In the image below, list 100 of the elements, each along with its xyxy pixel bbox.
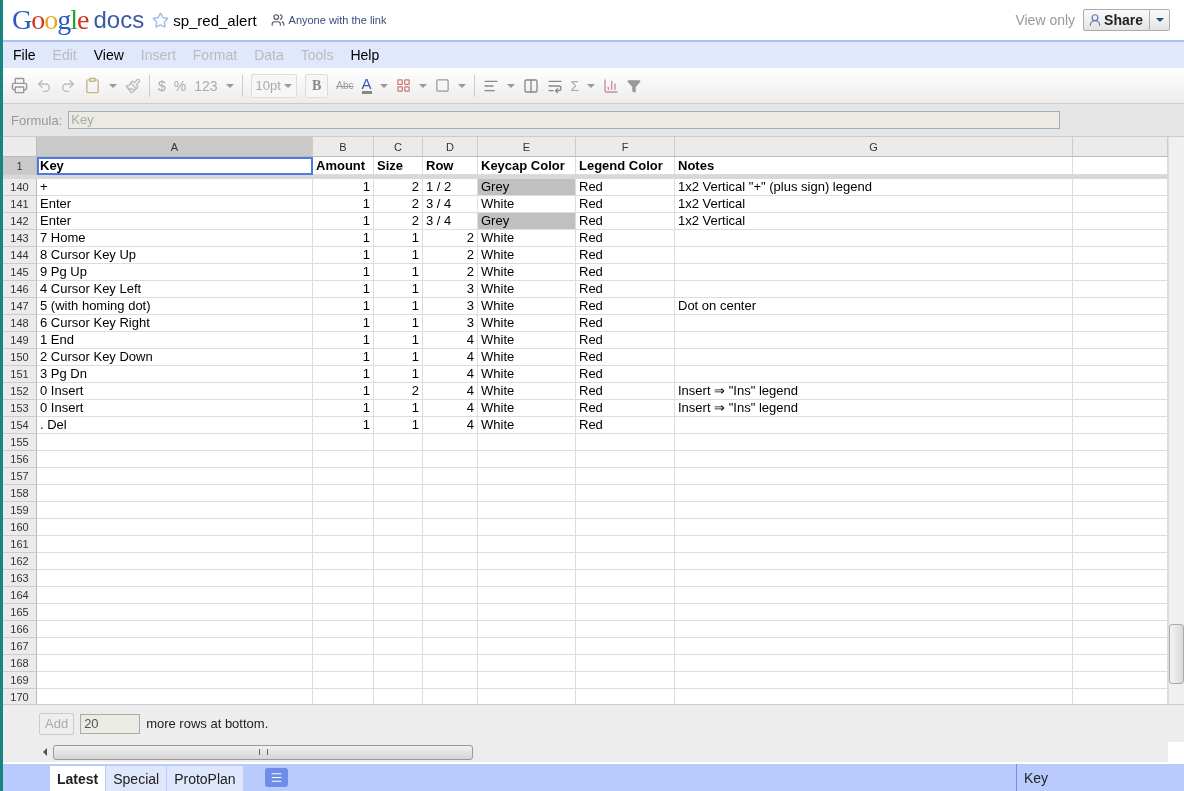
table-header-cell: Amount [313, 157, 374, 175]
merge-icon[interactable] [522, 77, 539, 94]
empty-cell [423, 587, 478, 604]
share-button[interactable]: Share [1083, 9, 1150, 31]
column-header[interactable]: A [37, 137, 313, 157]
column-header[interactable]: C [374, 137, 423, 157]
empty-cell [313, 519, 374, 536]
table-cell: 5 (with homing dot) [37, 298, 313, 315]
menu-item[interactable]: Help [348, 47, 387, 63]
person-icon [1088, 13, 1103, 27]
share-menu-button[interactable] [1150, 9, 1170, 31]
table-cell: Enter [37, 213, 313, 230]
row-number: 160 [3, 519, 37, 536]
row-number: 144 [3, 247, 37, 264]
table-cell: 2 [423, 230, 478, 247]
text-color-button[interactable]: A [361, 77, 372, 94]
menu-item[interactable]: View [91, 47, 131, 63]
table-cell: . Del [37, 417, 313, 434]
sheet-tab[interactable]: ProtoPlan [167, 766, 243, 791]
row-number: 170 [3, 689, 37, 704]
caret-icon [225, 83, 234, 88]
star-icon[interactable] [152, 11, 170, 29]
column-header[interactable]: B [313, 137, 374, 157]
table-cell: Red [576, 230, 675, 247]
logo: Google [12, 4, 89, 36]
table-header-cell: Key [37, 157, 313, 175]
sheet-tab[interactable]: Special [106, 766, 167, 791]
table-cell: 1 [313, 383, 374, 400]
view-mode: View only [1015, 12, 1076, 28]
empty-cell [313, 468, 374, 485]
empty-cell [374, 604, 423, 621]
table-cell: 1 [313, 196, 374, 213]
table-header-cell: Legend Color [576, 157, 675, 175]
column-header[interactable]: G [675, 137, 1073, 157]
table-cell: 1 [313, 179, 374, 196]
table-cell: 1 [313, 264, 374, 281]
table-cell: Grey [478, 213, 576, 230]
table-cell: Red [576, 247, 675, 264]
table-cell: 1 [313, 281, 374, 298]
table-cell: 1 [374, 247, 423, 264]
row-number: 1 [3, 157, 37, 175]
row-number: 159 [3, 502, 37, 519]
table-header-cell: Row [423, 157, 478, 175]
table-cell: Red [576, 400, 675, 417]
sharing-link[interactable]: Anyone with the link [288, 14, 387, 26]
table-cell: Red [576, 281, 675, 298]
table-cell: 3 [423, 281, 478, 298]
table-cell: Red [576, 383, 675, 400]
table-cell: White [478, 332, 576, 349]
caret-icon [418, 83, 427, 88]
row-number: 157 [3, 468, 37, 485]
table-cell: 1 [313, 332, 374, 349]
empty-cell [313, 672, 374, 689]
fill-color-icon[interactable] [395, 78, 411, 93]
row-number: 168 [3, 655, 37, 672]
table-cell: White [478, 349, 576, 366]
menu-item[interactable]: File [11, 47, 43, 63]
empty-cell [423, 468, 478, 485]
table-cell: White [478, 298, 576, 315]
document-title: sp_red_alert [173, 11, 257, 29]
table-cell: 4 [423, 417, 478, 434]
table-cell: 2 [374, 383, 423, 400]
table-cell: Red [576, 417, 675, 434]
paintbrush-icon[interactable] [125, 77, 141, 94]
empty-cell [313, 434, 374, 451]
status-text: Key [1016, 764, 1184, 791]
empty-cell [374, 587, 423, 604]
sheet-list-button[interactable] [264, 768, 288, 787]
table-cell: 1 [313, 349, 374, 366]
empty-cell [423, 451, 478, 468]
sheet-tab[interactable]: Latest [50, 766, 106, 791]
scroll-left-icon [43, 748, 47, 756]
chart-icon[interactable] [603, 77, 620, 94]
column-header[interactable]: F [576, 137, 675, 157]
filter-icon[interactable] [627, 78, 642, 93]
table-cell: 1 [313, 315, 374, 332]
caret-icon [587, 83, 596, 88]
table-cell: 1 [374, 281, 423, 298]
empty-cell [423, 655, 478, 672]
redo-icon[interactable] [60, 77, 76, 94]
table-cell: White [478, 383, 576, 400]
empty-cell [423, 570, 478, 587]
table-cell: 3 Pg Dn [37, 366, 313, 383]
empty-cell [313, 485, 374, 502]
undo-icon[interactable] [36, 77, 52, 94]
print-icon[interactable] [11, 77, 28, 94]
table-cell: 2 [374, 196, 423, 213]
table-cell: Red [576, 332, 675, 349]
table-cell: 3 [423, 298, 478, 315]
scrollbar-thumb[interactable] [1169, 624, 1184, 684]
borders-icon[interactable] [434, 78, 450, 93]
formula-label: Formula: [11, 112, 63, 128]
column-header[interactable]: D [423, 137, 478, 157]
empty-cell [313, 502, 374, 519]
column-header[interactable]: E [478, 137, 576, 157]
clipboard-icon[interactable] [84, 77, 101, 94]
table-cell: 1 [374, 230, 423, 247]
horizontal-scrollbar-thumb[interactable] [53, 744, 473, 760]
table-cell: 1x2 Vertical [675, 196, 1073, 213]
empty-cell [374, 451, 423, 468]
